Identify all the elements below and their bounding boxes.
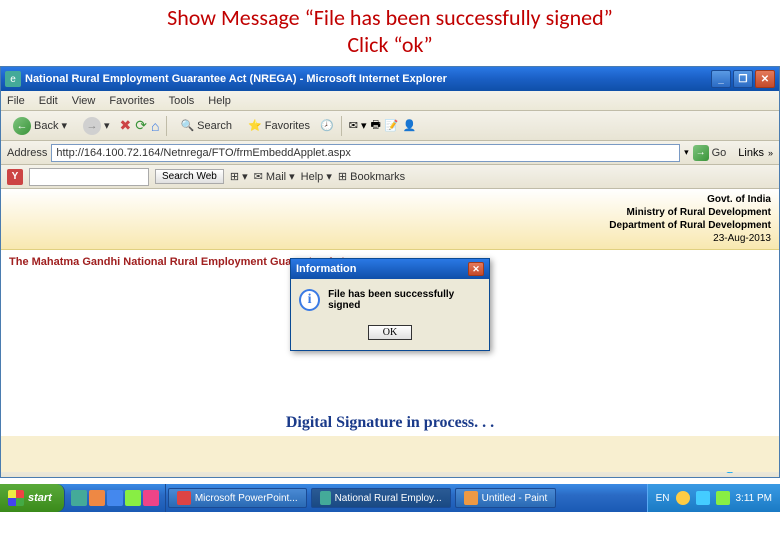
search-icon: 🔍 (180, 119, 194, 132)
window-title: National Rural Employment Guarantee Act … (25, 73, 711, 85)
menu-file[interactable]: File (7, 95, 25, 107)
back-icon: ← (13, 117, 31, 135)
help-dropdown[interactable]: Help ▾ (301, 170, 332, 183)
ie-task-icon (320, 491, 331, 505)
star-icon: ⭐ (248, 119, 262, 132)
yahoo-toolbar: Y Search Web ⊞ ▾ ✉ Mail ▾ Help ▾ ⊞ Bookm… (1, 165, 779, 189)
dialog-message: File has been successfully signed (328, 289, 481, 311)
clock[interactable]: 3:11 PM (736, 493, 773, 504)
tray-icon-2[interactable] (696, 491, 710, 505)
content-strip (1, 436, 779, 472)
go-button[interactable]: →Go (693, 145, 727, 161)
maximize-button[interactable]: ❐ (733, 70, 753, 88)
ok-button[interactable]: OK (368, 325, 412, 340)
ql-icon-5[interactable] (143, 490, 159, 506)
addressbar: Address ▾ →Go Links » (1, 141, 779, 165)
start-button[interactable]: start (0, 484, 65, 512)
refresh-button[interactable]: ⟳ (135, 117, 147, 134)
yahoo-search-input[interactable] (29, 168, 149, 186)
go-icon: → (693, 145, 709, 161)
quick-launch (65, 484, 166, 512)
bookmarks-button[interactable]: ⊞ Bookmarks (338, 170, 405, 183)
dialog-title-text: Information (296, 263, 357, 275)
signature-status: Digital Signature in process. . . (1, 414, 779, 432)
instruction-line1: Show Message “File has been successfully… (0, 4, 780, 31)
taskbar-item-ie[interactable]: National Rural Employ... (311, 488, 451, 508)
menubar: File Edit View Favorites Tools Help (1, 91, 779, 111)
ql-icon-4[interactable] (125, 490, 141, 506)
home-button[interactable]: ⌂ (151, 118, 159, 134)
msn-button[interactable]: 👤 (403, 119, 417, 132)
ql-icon-2[interactable] (89, 490, 105, 506)
menu-favorites[interactable]: Favorites (109, 95, 154, 107)
edit-page-button[interactable]: 📝 (385, 119, 399, 132)
favorites-button[interactable]: ⭐Favorites (242, 117, 316, 134)
popup-blocker-icon[interactable]: ⊞ ▾ (230, 170, 248, 183)
taskbar-item-paint[interactable]: Untitled - Paint (455, 488, 557, 508)
menu-view[interactable]: View (72, 95, 96, 107)
instruction-line2: Click “ok” (0, 31, 780, 58)
mail-dropdown[interactable]: ✉ Mail ▾ (254, 170, 295, 183)
dialog-body: i File has been successfully signed (291, 279, 489, 321)
information-dialog: Information ✕ i File has been successful… (290, 258, 490, 351)
info-icon: i (299, 289, 320, 311)
stop-button[interactable]: ✖ (120, 117, 132, 134)
menu-edit[interactable]: Edit (39, 95, 58, 107)
taskbar-item-powerpoint[interactable]: Microsoft PowerPoint... (168, 488, 307, 508)
close-button[interactable]: ✕ (755, 70, 775, 88)
menu-help[interactable]: Help (208, 95, 231, 107)
titlebar: e National Rural Employment Guarantee Ac… (1, 67, 779, 91)
page-header: Govt. of India Ministry of Rural Develop… (1, 189, 779, 250)
instruction-heading: Show Message “File has been successfully… (0, 0, 780, 66)
menu-tools[interactable]: Tools (169, 95, 195, 107)
tray-icon-3[interactable] (716, 491, 730, 505)
ie-icon: e (5, 71, 21, 87)
ql-icon-1[interactable] (71, 490, 87, 506)
forward-icon: → (83, 117, 101, 135)
language-indicator[interactable]: EN (656, 493, 670, 504)
back-button[interactable]: ←Back ▾ (7, 115, 73, 137)
windows-logo-icon (8, 490, 24, 506)
dialog-close-button[interactable]: ✕ (468, 262, 484, 276)
taskbar: start Microsoft PowerPoint... National R… (0, 484, 780, 512)
tray-icon-1[interactable] (676, 491, 690, 505)
address-input[interactable] (51, 144, 680, 162)
paint-icon (464, 491, 478, 505)
print-button[interactable]: 🖶 (370, 116, 380, 135)
minimize-button[interactable]: _ (711, 70, 731, 88)
address-label: Address (7, 147, 47, 159)
header-org-info: Govt. of India Ministry of Rural Develop… (609, 193, 771, 245)
ql-icon-3[interactable] (107, 490, 123, 506)
mail-button[interactable]: ✉ ▾ (349, 119, 367, 132)
search-web-button[interactable]: Search Web (155, 169, 224, 184)
yahoo-icon[interactable]: Y (7, 169, 23, 185)
history-button[interactable]: 🕗 (320, 119, 334, 132)
search-button[interactable]: 🔍Search (174, 117, 238, 134)
dialog-titlebar: Information ✕ (291, 259, 489, 279)
system-tray: EN 3:11 PM (647, 484, 780, 512)
links-label[interactable]: Links (738, 147, 764, 159)
powerpoint-icon (177, 491, 191, 505)
toolbar: ←Back ▾ →▾ ✖ ⟳ ⌂ 🔍Search ⭐Favorites 🕗 ✉ … (1, 111, 779, 141)
forward-button[interactable]: →▾ (77, 115, 116, 137)
